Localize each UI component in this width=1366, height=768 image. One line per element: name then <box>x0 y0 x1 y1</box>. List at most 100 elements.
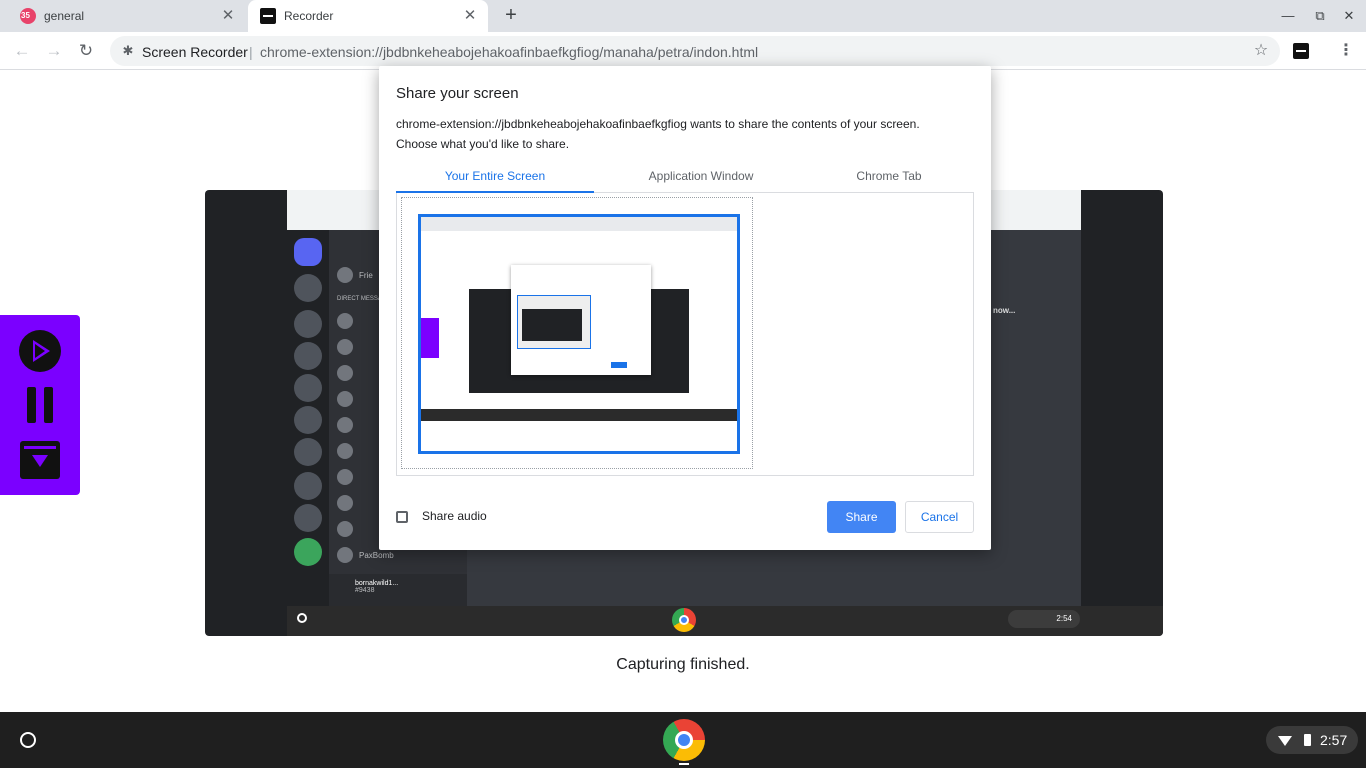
dm-name: PaxBomb <box>359 550 394 560</box>
source-list <box>396 193 974 476</box>
avatar <box>337 495 353 511</box>
server-icon <box>294 310 322 338</box>
avatar <box>337 521 353 537</box>
close-window-button[interactable]: ✕ <box>1339 6 1359 26</box>
friends-label: Frie <box>359 270 373 280</box>
list-item <box>337 336 359 358</box>
reload-button[interactable]: ↻ <box>76 41 96 61</box>
add-server-icon <box>294 538 322 566</box>
puzzle-icon: ✱ <box>122 43 134 58</box>
dialog-description-line: Choose what you'd like to share. <box>396 137 570 151</box>
running-indicator <box>679 763 689 765</box>
tab-strip: 35 general ✕ Recorder ✕ + — ⧉ ✕ <box>0 0 1366 32</box>
close-tab-icon[interactable]: ✕ <box>462 8 478 24</box>
back-button[interactable]: ← <box>12 41 32 61</box>
close-tab-icon[interactable]: ✕ <box>220 8 236 24</box>
discord-icon: 35 <box>20 8 36 24</box>
thumbnail-recorder-panel <box>421 318 439 358</box>
server-icon <box>294 472 322 500</box>
list-item <box>337 362 359 384</box>
battery-icon <box>1304 734 1311 746</box>
address-bar[interactable]: ✱ Screen Recorder | chrome-extension://j… <box>110 36 1280 66</box>
screen-thumbnail[interactable] <box>418 214 740 454</box>
minimize-button[interactable]: — <box>1278 6 1298 26</box>
tab-chrome-tab[interactable]: Chrome Tab <box>790 165 988 193</box>
capture-status-text: Capturing finished. <box>616 656 750 673</box>
tab-label: general <box>44 9 85 23</box>
share-screen-dialog: Share your screen chrome-extension://jbd… <box>379 66 991 550</box>
tab-badge: 35 <box>21 11 30 20</box>
recorder-control-panel <box>0 315 80 495</box>
url-separator: | <box>249 44 253 60</box>
play-triangle <box>33 340 50 362</box>
avatar <box>337 417 353 433</box>
dialog-description: chrome-extension://jbdbnkeheabojehakoafi… <box>396 114 976 154</box>
list-item <box>337 414 359 436</box>
avatar <box>337 469 353 485</box>
new-tab-button[interactable]: + <box>500 4 522 26</box>
avatar <box>337 391 353 407</box>
list-item: Frie <box>337 264 373 286</box>
share-button[interactable]: Share <box>827 501 896 533</box>
dialog-title: Share your screen <box>396 85 519 102</box>
bookmark-star-icon[interactable]: ☆ <box>1252 42 1270 60</box>
preview-status-tray: 2:54 <box>1008 610 1080 628</box>
share-audio-label[interactable]: Share audio <box>422 509 487 523</box>
launcher-icon <box>297 613 307 623</box>
server-icon <box>294 406 322 434</box>
list-item <box>337 492 359 514</box>
user-name: bornakwild1... <box>355 580 399 587</box>
pause-icon[interactable] <box>27 387 53 423</box>
server-icon <box>294 274 322 302</box>
preview-activity-heading: now... <box>993 306 1016 315</box>
server-icon <box>294 504 322 532</box>
server-icon <box>294 342 322 370</box>
restore-button[interactable]: ⧉ <box>1310 6 1330 26</box>
play-icon[interactable] <box>19 330 61 372</box>
avatar <box>337 547 353 563</box>
list-item <box>337 518 359 540</box>
discord-home-icon <box>294 238 322 266</box>
avatar <box>337 365 353 381</box>
forward-button[interactable]: → <box>44 41 64 61</box>
thumbnail-nested-preview <box>522 309 582 341</box>
status-tray[interactable]: 2:57 <box>1266 726 1358 754</box>
server-icon <box>294 374 322 402</box>
list-item <box>337 466 359 488</box>
share-audio-checkbox[interactable] <box>396 511 408 523</box>
user-tag: #9438 <box>355 587 375 594</box>
tab-recorder[interactable]: Recorder ✕ <box>248 0 488 32</box>
browser-toolbar: ← → ↻ ✱ Screen Recorder | chrome-extensi… <box>0 32 1366 70</box>
server-icon <box>294 438 322 466</box>
url-text[interactable]: chrome-extension://jbdbnkeheabojehakoafi… <box>260 44 758 60</box>
download-icon[interactable] <box>20 441 60 479</box>
thumbnail-share-button <box>611 362 627 368</box>
tab-entire-screen[interactable]: Your Entire Screen <box>396 165 594 193</box>
preview-server-list <box>287 230 329 606</box>
cancel-button[interactable]: Cancel <box>905 501 974 533</box>
thumbnail-browser-bar <box>421 217 737 231</box>
thumbnail-shelf <box>421 409 737 421</box>
list-item <box>337 440 359 462</box>
recorder-extension-button[interactable] <box>1293 43 1309 59</box>
source-tabs: Your Entire Screen Application Window Ch… <box>396 165 974 193</box>
chrome-icon[interactable] <box>663 719 705 761</box>
wifi-icon <box>1278 736 1292 746</box>
avatar <box>337 313 353 329</box>
list-item <box>337 310 359 332</box>
launcher-icon[interactable] <box>20 732 36 748</box>
preview-user-panel: bornakwild1... #9438 <box>329 574 467 606</box>
avatar <box>337 339 353 355</box>
tab-general[interactable]: 35 general ✕ <box>8 0 246 32</box>
avatar <box>337 443 353 459</box>
chrome-menu-button[interactable]: ⋮ <box>1338 41 1354 61</box>
site-name: Screen Recorder <box>142 44 248 60</box>
tab-label: Recorder <box>284 9 334 23</box>
recorder-icon <box>260 8 276 24</box>
dialog-description-line: chrome-extension://jbdbnkeheabojehakoafi… <box>396 117 920 131</box>
list-item <box>337 388 359 410</box>
friends-icon <box>337 267 353 283</box>
screen-option[interactable] <box>401 197 753 469</box>
clock: 2:57 <box>1320 732 1348 748</box>
tab-application-window[interactable]: Application Window <box>602 165 800 193</box>
